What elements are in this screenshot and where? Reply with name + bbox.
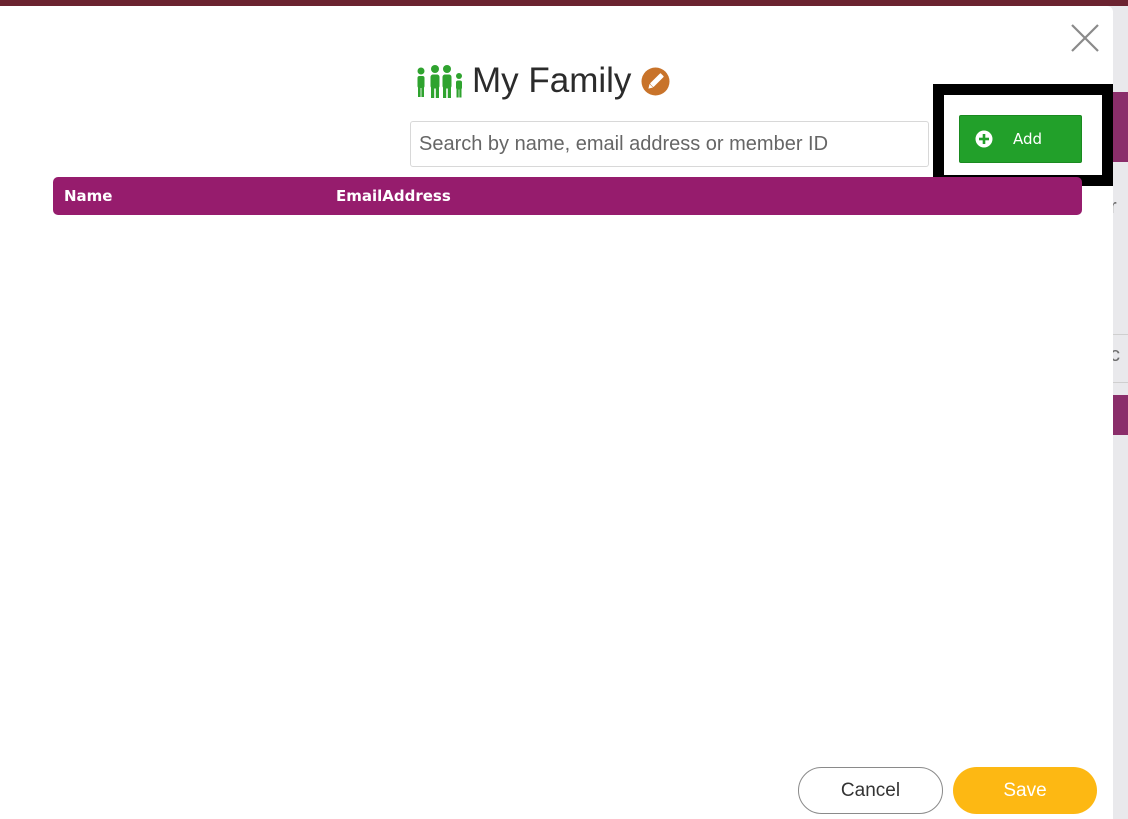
close-button[interactable] — [1067, 20, 1103, 56]
pencil-edit-icon[interactable] — [641, 67, 670, 96]
family-icon — [417, 65, 462, 98]
member-search-input[interactable] — [410, 121, 929, 167]
modal-title-row: My Family — [414, 56, 670, 106]
cancel-button[interactable]: Cancel — [798, 767, 943, 814]
background-divider — [1112, 334, 1128, 335]
add-button-label: Add — [1013, 130, 1043, 148]
background-purple-strip — [1112, 395, 1128, 435]
background-divider — [1112, 382, 1128, 383]
family-table-header: Name EmailAddress — [53, 177, 1082, 215]
column-header-name[interactable]: Name — [64, 187, 112, 205]
page: r c My Family Search by name, email addr… — [0, 0, 1128, 819]
modal-title: My Family — [472, 61, 632, 100]
background-purple-strip — [1112, 92, 1128, 162]
plus-circle-icon — [975, 130, 993, 148]
save-button[interactable]: Save — [953, 767, 1097, 814]
close-icon — [1071, 24, 1099, 52]
add-member-button[interactable]: Add — [959, 115, 1082, 163]
column-header-email[interactable]: EmailAddress — [336, 187, 451, 205]
